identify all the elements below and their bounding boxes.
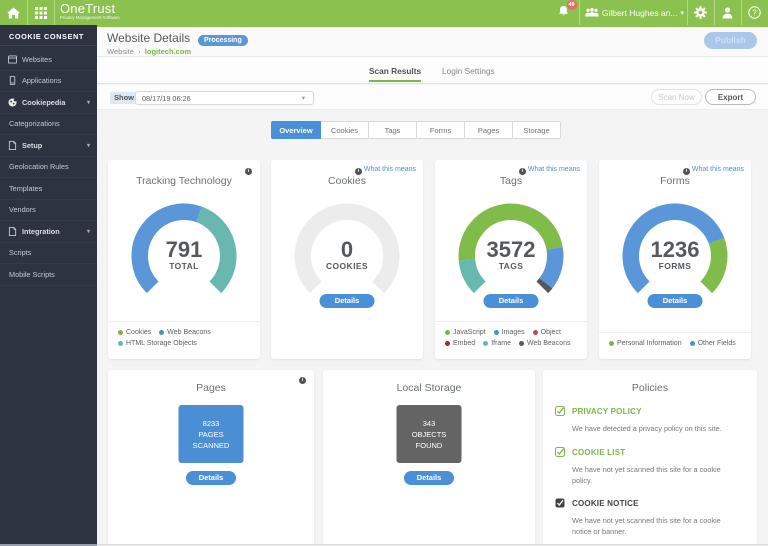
- svg-text:?: ?: [752, 8, 757, 17]
